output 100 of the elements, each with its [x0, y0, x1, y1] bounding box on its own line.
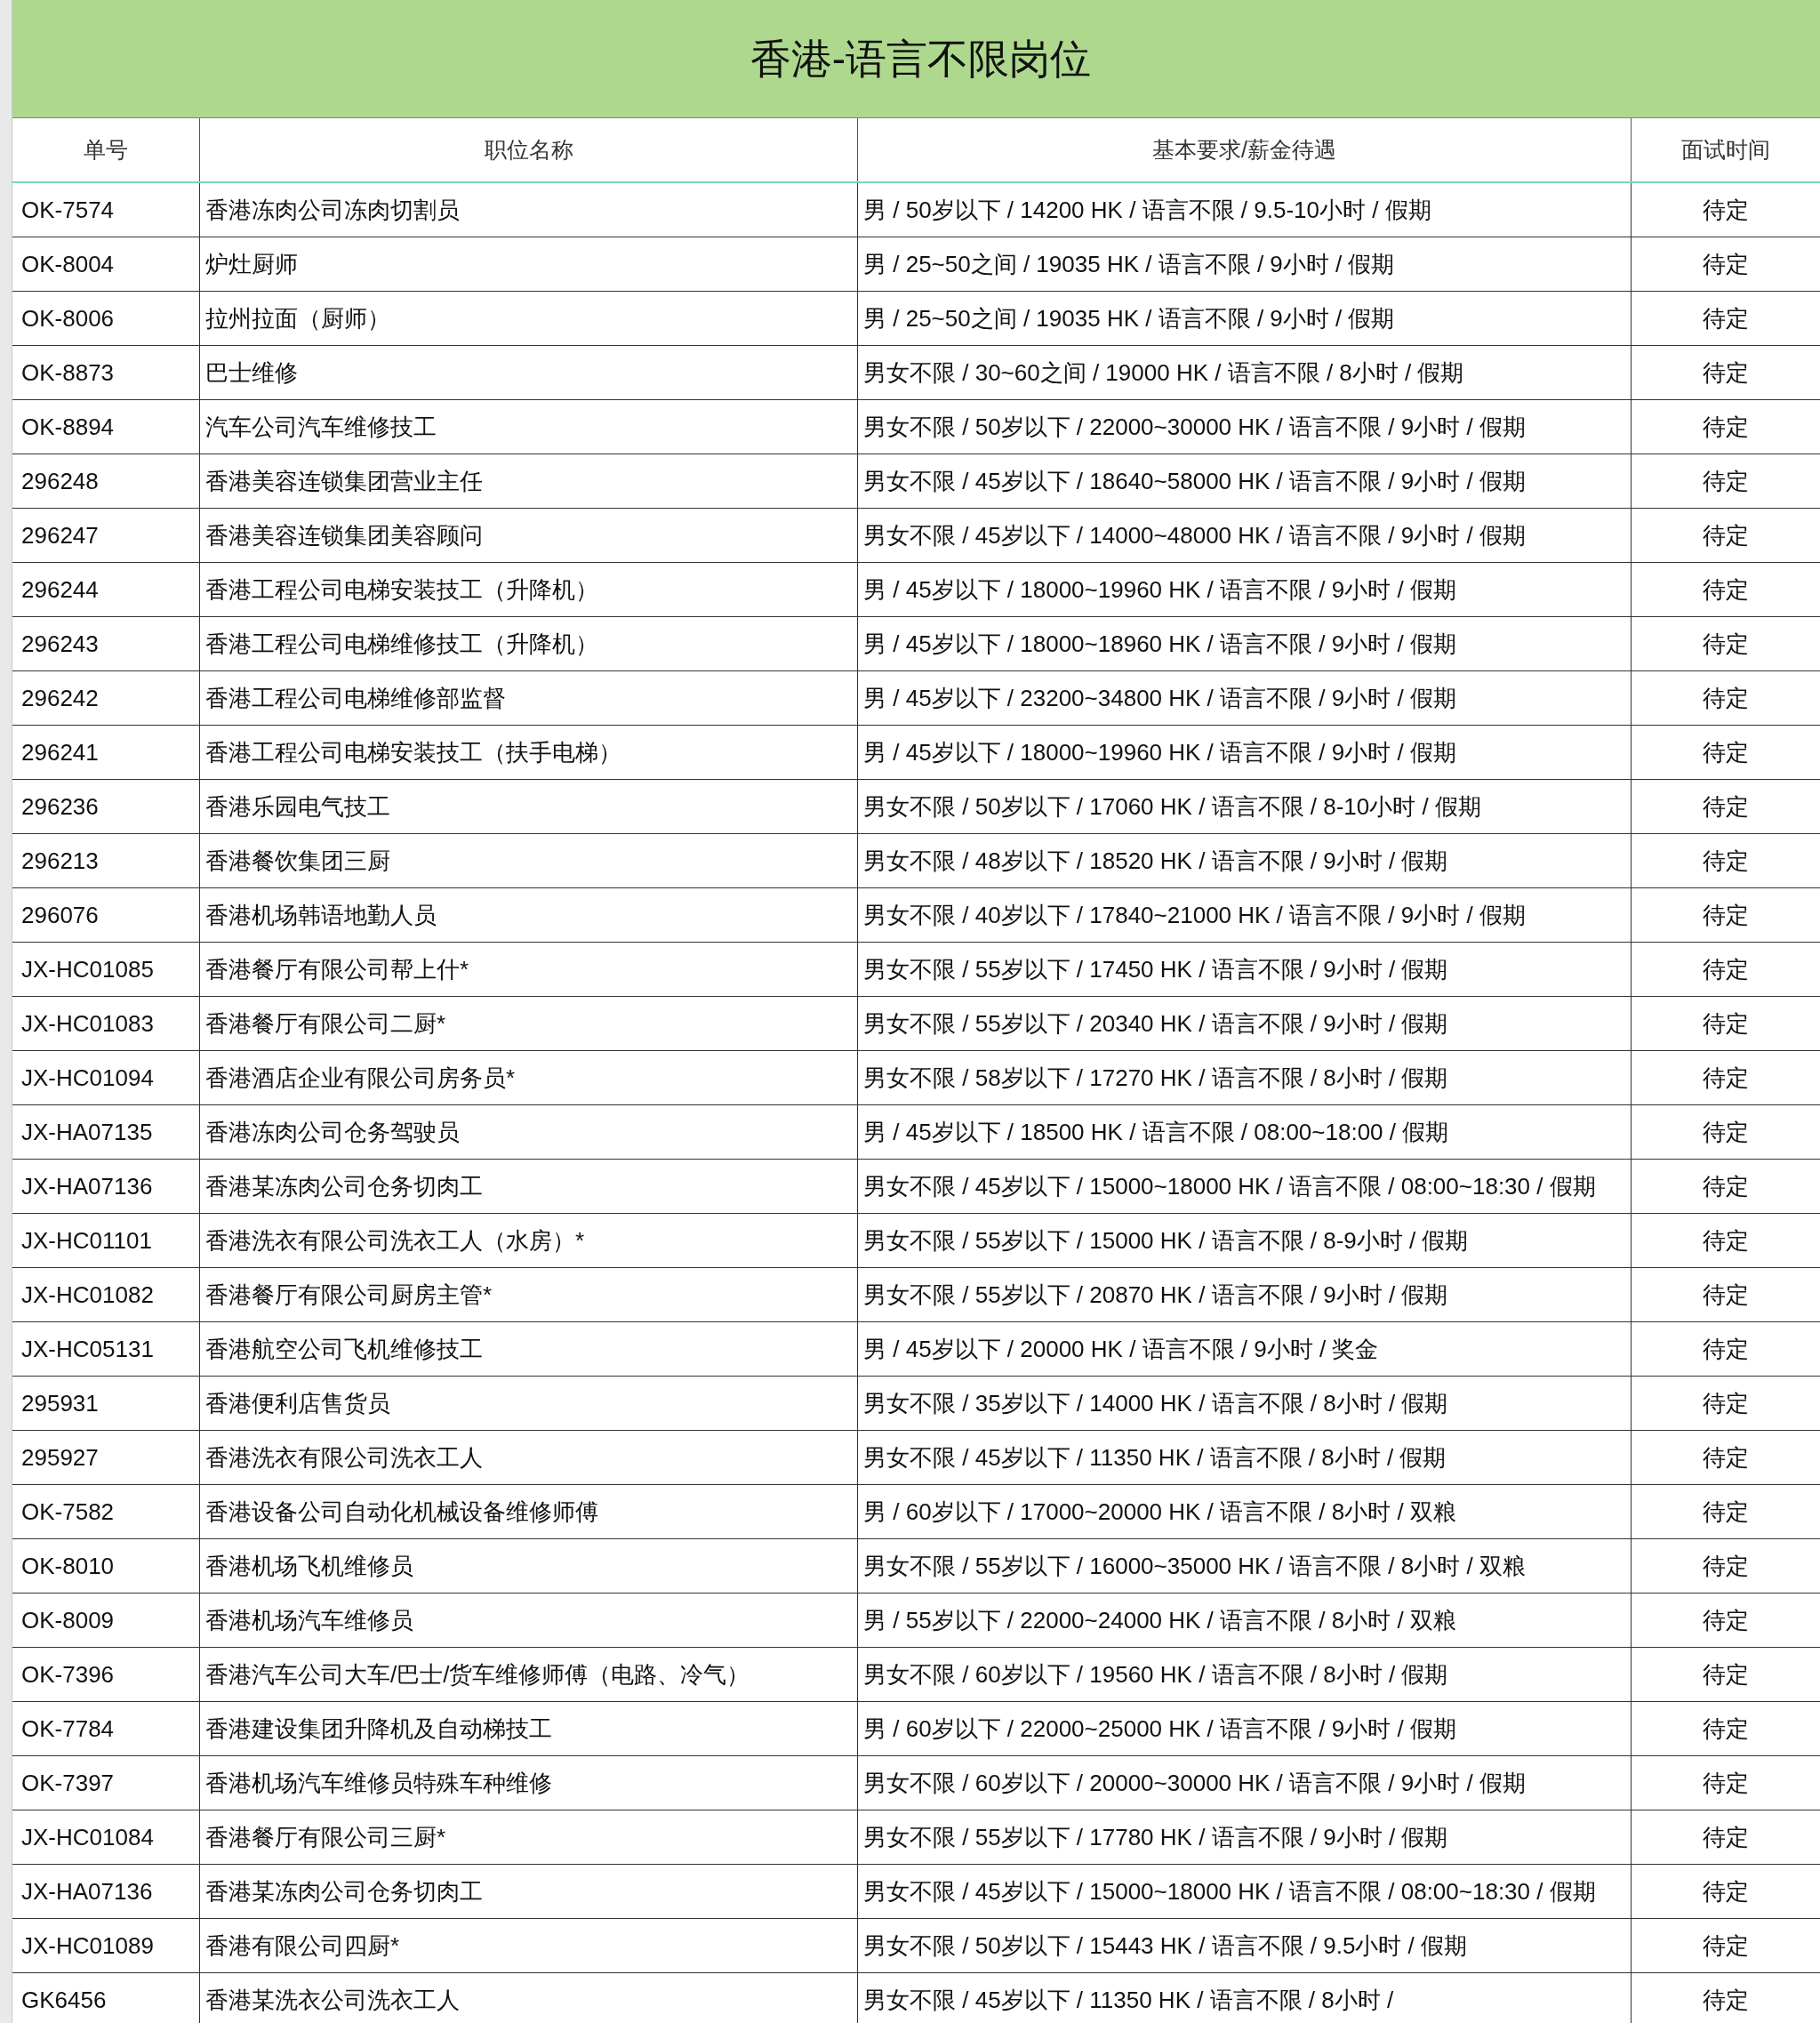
table-cell: 296236 [12, 780, 200, 833]
table-cell: 香港冻肉公司仓务驾驶员 [200, 1105, 858, 1159]
table-cell: 香港工程公司电梯维修技工（升降机） [200, 617, 858, 670]
table-cell: 汽车公司汽车维修技工 [200, 400, 858, 454]
table-cell-text: 待定 [1702, 574, 1750, 605]
table-cell: 香港某冻肉公司仓务切肉工 [200, 1160, 858, 1213]
table-cell-text: 待定 [1702, 1388, 1750, 1418]
table-cell: 296213 [12, 834, 200, 887]
table-cell: 男女不限 / 58岁以下 / 17270 HK / 语言不限 / 8小时 / 假期 [858, 1051, 1632, 1104]
table-cell: 男女不限 / 50岁以下 / 22000~30000 HK / 语言不限 / 9小时 / 假期 [858, 400, 1632, 454]
table-cell: 男 / 45岁以下 / 18000~19960 HK / 语言不限 / 9小时 / 假期 [858, 563, 1632, 616]
table-cell: 男女不限 / 55岁以下 / 20340 HK / 语言不限 / 9小时 / 假期 [858, 997, 1632, 1050]
table-cell-text: 待定 [1702, 195, 1750, 225]
table-cell: JX-HC01094 [12, 1051, 200, 1104]
table-cell: 男女不限 / 48岁以下 / 18520 HK / 语言不限 / 9小时 / 假期 [858, 834, 1632, 887]
table-cell: JX-HA07136 [12, 1865, 200, 1918]
table-cell-text: 待定 [1702, 1280, 1750, 1310]
table-cell-text: 待定 [1702, 1822, 1750, 1852]
table-cell-text: 待定 [1702, 846, 1750, 876]
table-cell: 男 / 45岁以下 / 23200~34800 HK / 语言不限 / 9小时 / 假期 [858, 671, 1632, 725]
table-cell: 男 / 55岁以下 / 22000~24000 HK / 语言不限 / 8小时 / 双粮 [858, 1594, 1632, 1647]
table-cell: 香港洗衣有限公司洗衣工人（水房）* [200, 1214, 858, 1267]
column-header: 基本要求/薪金待遇 [858, 118, 1632, 181]
table-cell-text: 待定 [1702, 629, 1750, 659]
table-cell: 香港餐厅有限公司二厨* [200, 997, 858, 1050]
table-cell-text: 待定 [1702, 737, 1750, 767]
table-cell: 男女不限 / 55岁以下 / 17780 HK / 语言不限 / 9小时 / 假期 [858, 1810, 1632, 1864]
table-cell: OK-7397 [12, 1756, 200, 1810]
table-cell: 男 / 25~50之间 / 19035 HK / 语言不限 / 9小时 / 假期 [858, 292, 1632, 345]
table-cell: 296241 [12, 726, 200, 779]
table-cell: 香港美容连锁集团营业主任 [200, 454, 858, 508]
sheet-title: 香港-语言不限岗位 [749, 34, 1092, 84]
table-cell: OK-8004 [12, 237, 200, 291]
table-cell-text: 待定 [1702, 1931, 1750, 1961]
table-cell: OK-8010 [12, 1539, 200, 1593]
table-cell: 男女不限 / 40岁以下 / 17840~21000 HK / 语言不限 / 9小时 / 假期 [858, 888, 1632, 942]
table-cell: 男女不限 / 45岁以下 / 14000~48000 HK / 语言不限 / 9小时 / 假期 [858, 509, 1632, 562]
table-cell: OK-7784 [12, 1702, 200, 1755]
table-cell-text: 待定 [1702, 1442, 1750, 1473]
table-cell-text: 待定 [1702, 1605, 1750, 1635]
table-cell: 香港乐园电气技工 [200, 780, 858, 833]
table-cell: 296076 [12, 888, 200, 942]
table-cell: 男女不限 / 60岁以下 / 19560 HK / 语言不限 / 8小时 / 假期 [858, 1648, 1632, 1701]
table-cell-text: 待定 [1702, 520, 1750, 550]
table-cell: 男女不限 / 35岁以下 / 14000 HK / 语言不限 / 8小时 / 假期 [858, 1377, 1632, 1430]
table-cell: 男女不限 / 60岁以下 / 20000~30000 HK / 语言不限 / 9小时 / 假期 [858, 1756, 1632, 1810]
table-cell: JX-HC01101 [12, 1214, 200, 1267]
table-cell: 香港餐饮集团三厨 [200, 834, 858, 887]
table-cell: 男 / 25~50之间 / 19035 HK / 语言不限 / 9小时 / 假期 [858, 237, 1632, 291]
table-cell-text: 待定 [1702, 1117, 1750, 1147]
table-cell: 男女不限 / 55岁以下 / 17450 HK / 语言不限 / 9小时 / 假期 [858, 943, 1632, 996]
table-cell: JX-HA07136 [12, 1160, 200, 1213]
table-cell: 拉州拉面（厨师） [200, 292, 858, 345]
table-cell-text: 待定 [1702, 900, 1750, 930]
table-cell: JX-HC01089 [12, 1919, 200, 1972]
table-cell: 男女不限 / 50岁以下 / 15443 HK / 语言不限 / 9.5小时 / 假期 [858, 1919, 1632, 1972]
table-cell: 香港洗衣有限公司洗衣工人 [200, 1431, 858, 1484]
table-cell: 男 / 45岁以下 / 18500 HK / 语言不限 / 08:00~18:00 / 假期 [858, 1105, 1632, 1159]
table-cell-text: 待定 [1702, 1876, 1750, 1907]
table-cell: 香港餐厅有限公司帮上什* [200, 943, 858, 996]
table-cell-text: 待定 [1702, 1659, 1750, 1690]
table-cell: 香港工程公司电梯安装技工（升降机） [200, 563, 858, 616]
table-cell: 香港餐厅有限公司三厨* [200, 1810, 858, 1864]
table-cell: 香港餐厅有限公司厨房主管* [200, 1268, 858, 1321]
table-cell: 男女不限 / 45岁以下 / 11350 HK / 语言不限 / 8小时 / 假期 [858, 1431, 1632, 1484]
table-cell: JX-HA07135 [12, 1105, 200, 1159]
table-cell: 香港工程公司电梯维修部监督 [200, 671, 858, 725]
table-cell-text: 待定 [1702, 249, 1750, 279]
table-cell: 296243 [12, 617, 200, 670]
table-cell: 香港美容连锁集团美容顾问 [200, 509, 858, 562]
table-cell: 男 / 60岁以下 / 22000~25000 HK / 语言不限 / 9小时 / 假期 [858, 1702, 1632, 1755]
table-cell: 炉灶厨师 [200, 237, 858, 291]
table-cell: JX-HC01085 [12, 943, 200, 996]
table-cell-text: 待定 [1702, 357, 1750, 388]
table-cell: 男 / 45岁以下 / 18000~18960 HK / 语言不限 / 9小时 / 假期 [858, 617, 1632, 670]
table-cell: 香港汽车公司大车/巴士/货车维修师傅（电路、冷气） [200, 1648, 858, 1701]
column-header: 面试时间 [1680, 135, 1771, 164]
table-cell: JX-HC01082 [12, 1268, 200, 1321]
table-cell: 香港有限公司四厨* [200, 1919, 858, 1972]
table-cell: OK-8006 [12, 292, 200, 345]
table-cell: 296244 [12, 563, 200, 616]
table-cell: 295927 [12, 1431, 200, 1484]
table-cell: 香港航空公司飞机维修技工 [200, 1322, 858, 1376]
table-cell-text: 待定 [1702, 1551, 1750, 1581]
table-cell: 香港某洗衣公司洗衣工人 [200, 1973, 858, 2023]
table-cell-text: 待定 [1702, 954, 1750, 984]
table-cell: JX-HC01083 [12, 997, 200, 1050]
table-cell: 男 / 45岁以下 / 20000 HK / 语言不限 / 9小时 / 奖金 [858, 1322, 1632, 1376]
table-cell-text: 待定 [1702, 1768, 1750, 1798]
table-cell-text: 待定 [1702, 1714, 1750, 1744]
table-cell-text: 待定 [1702, 1225, 1750, 1256]
table-cell: 男 / 60岁以下 / 17000~20000 HK / 语言不限 / 8小时 / 双粮 [858, 1485, 1632, 1538]
table-cell: 香港工程公司电梯安装技工（扶手电梯） [200, 726, 858, 779]
table-cell-text: 待定 [1702, 791, 1750, 822]
table-cell: 男女不限 / 45岁以下 / 15000~18000 HK / 语言不限 / 08:00~18:30 / 假期 [858, 1160, 1632, 1213]
table-cell: 香港酒店企业有限公司房务员* [200, 1051, 858, 1104]
table-cell: 香港设备公司自动化机械设备维修师傅 [200, 1485, 858, 1538]
table-cell: 香港冻肉公司冻肉切割员 [200, 183, 858, 237]
table-cell: 男女不限 / 45岁以下 / 15000~18000 HK / 语言不限 / 08:00~18:30 / 假期 [858, 1865, 1632, 1918]
table-cell-text: 待定 [1702, 412, 1750, 442]
